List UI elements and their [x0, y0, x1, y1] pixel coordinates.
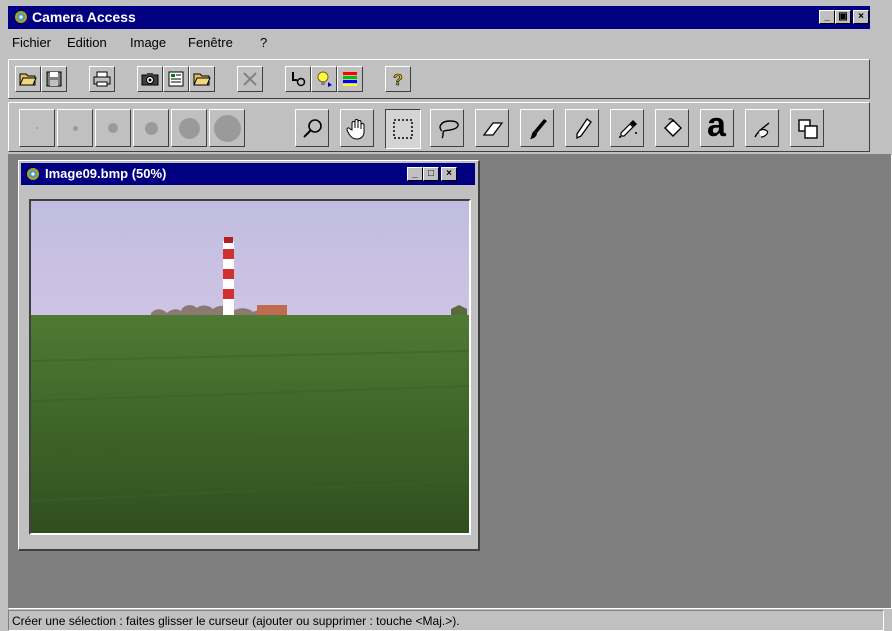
image-window[interactable]: Image09.bmp (50%) _ □ ×	[18, 160, 480, 551]
brush-size-6-button[interactable]	[209, 109, 245, 147]
menu-image[interactable]: Image	[130, 35, 166, 50]
pencil-icon	[576, 118, 592, 140]
fill-tool[interactable]	[655, 109, 689, 147]
menu-fenetre[interactable]: Fenêtre	[188, 35, 233, 50]
status-bar: Créer une sélection : faites glisser le …	[8, 610, 884, 631]
print-button[interactable]	[89, 66, 115, 92]
hand-icon	[346, 119, 365, 140]
text-a-icon: a	[707, 106, 726, 144]
close-button[interactable]: ×	[853, 10, 869, 24]
main-toolbar: ?	[8, 59, 870, 99]
eraser-tool[interactable]	[475, 109, 509, 147]
colors-button[interactable]	[337, 66, 363, 92]
folder-open-icon	[193, 73, 211, 86]
rect-select-tool[interactable]	[385, 109, 421, 149]
catalog-button[interactable]	[163, 66, 189, 92]
open-button[interactable]	[15, 66, 41, 92]
cross-icon	[243, 72, 257, 86]
lighthouse-photo	[31, 201, 469, 533]
brush-size-2-button[interactable]	[57, 109, 93, 147]
brush-size-4-button[interactable]	[133, 109, 169, 147]
brush-icon	[530, 119, 547, 139]
brush-tool[interactable]	[520, 109, 554, 147]
brightness-button[interactable]	[311, 66, 337, 92]
connect-button[interactable]	[285, 66, 311, 92]
clone-tool[interactable]	[790, 109, 824, 147]
brush-size-2-icon	[73, 126, 78, 131]
brush-size-1-button[interactable]	[19, 109, 55, 147]
color-bars-icon	[343, 72, 357, 86]
brush-size-6-icon	[214, 115, 241, 142]
pencil-tool[interactable]	[565, 109, 599, 147]
image-canvas[interactable]	[29, 199, 471, 535]
menu-help[interactable]: ?	[260, 35, 267, 50]
app-title: Camera Access	[32, 9, 136, 25]
floppy-disk-icon	[46, 71, 62, 87]
delete-button[interactable]	[237, 66, 263, 92]
hand-tool[interactable]	[340, 109, 374, 147]
camera-access-icon	[27, 168, 39, 180]
image-window-titlebar[interactable]: Image09.bmp (50%) _ □ ×	[21, 163, 475, 185]
menu-bar: Fichier Edition Image Fenêtre ?	[8, 29, 870, 57]
image-minimize-button[interactable]: _	[407, 167, 423, 181]
question-icon: ?	[393, 72, 403, 88]
marquee-icon	[393, 119, 413, 139]
camera-icon	[141, 73, 159, 86]
lasso-tool[interactable]	[430, 109, 464, 147]
printer-icon	[93, 71, 111, 87]
brush-size-3-button[interactable]	[95, 109, 131, 147]
connect-icon	[292, 72, 306, 87]
menu-fichier[interactable]: Fichier	[12, 35, 51, 50]
brush-size-3-icon	[108, 123, 118, 133]
image-close-button[interactable]: ×	[441, 167, 457, 181]
eraser-icon	[482, 122, 504, 136]
folder-open-icon	[19, 73, 37, 86]
open-folder-button[interactable]	[189, 66, 215, 92]
layers-icon	[798, 119, 818, 139]
menu-edition[interactable]: Edition	[67, 35, 107, 50]
eyedropper-icon	[619, 120, 637, 138]
tools-toolbar: a	[8, 102, 870, 152]
brush-size-5-button[interactable]	[171, 109, 207, 147]
help-button[interactable]: ?	[385, 66, 411, 92]
paint-bucket-icon	[664, 118, 682, 137]
restore-button[interactable]: ▣	[835, 10, 851, 24]
svg-text:?: ?	[393, 72, 403, 88]
image-window-title: Image09.bmp (50%)	[45, 166, 167, 181]
camera-access-icon	[15, 11, 27, 23]
status-text: Créer une sélection : faites glisser le …	[12, 614, 460, 628]
smudge-hand-icon	[754, 122, 770, 138]
text-tool[interactable]: a	[700, 106, 734, 147]
app-titlebar[interactable]: Camera Access _ ▣ ×	[8, 6, 870, 29]
save-button[interactable]	[41, 66, 67, 92]
minimize-button[interactable]: _	[819, 10, 835, 24]
brush-size-1-icon	[36, 127, 38, 129]
catalog-icon	[168, 71, 184, 87]
camera-button[interactable]	[137, 66, 163, 92]
eyedropper-tool[interactable]	[610, 109, 644, 147]
brush-size-5-icon	[179, 118, 200, 139]
smudge-tool[interactable]	[745, 109, 779, 147]
zoom-tool[interactable]	[295, 109, 329, 147]
bulb-icon	[317, 71, 332, 87]
lasso-icon	[439, 120, 459, 139]
image-maximize-button[interactable]: □	[423, 167, 439, 181]
brush-size-4-icon	[145, 122, 158, 135]
magnifier-icon	[303, 119, 322, 138]
